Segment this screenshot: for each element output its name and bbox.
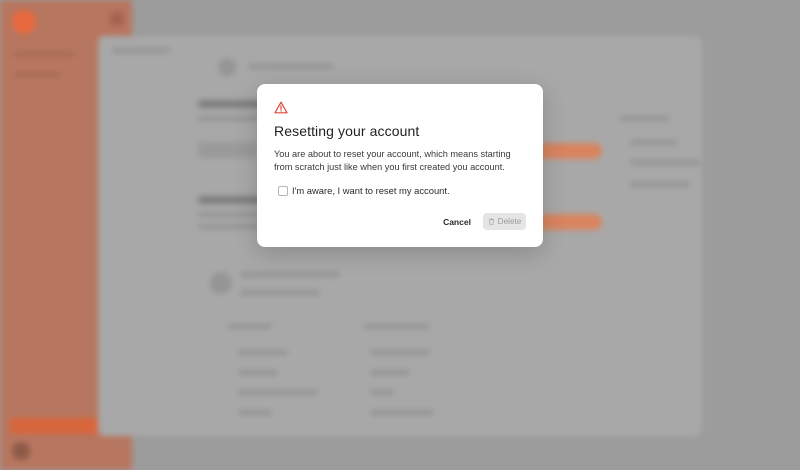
background-line: [238, 410, 272, 415]
background-orange-button: [538, 214, 602, 230]
confirm-reset-checkbox-row[interactable]: I'm aware, I want to reset my account.: [278, 185, 450, 196]
background-heading: [198, 196, 262, 204]
trash-icon: [488, 218, 494, 225]
background-line: [630, 160, 700, 165]
warning-triangle-icon: [274, 101, 288, 114]
background-line: [248, 64, 334, 69]
background-line: [240, 272, 340, 277]
sidebar-toggle-icon: [110, 12, 124, 26]
confirm-reset-checkbox[interactable]: [278, 185, 288, 196]
background-icon: [218, 58, 236, 76]
background-block: [198, 142, 258, 158]
sidebar-line: [14, 72, 60, 77]
window-title-line: [112, 48, 170, 53]
background-line: [370, 410, 434, 415]
cancel-button-label: Cancel: [443, 217, 471, 227]
background-orange-button: [538, 143, 602, 159]
background-line: [370, 390, 394, 395]
dialog-title: Resetting your account: [274, 123, 420, 139]
background-line: [240, 290, 320, 295]
background-line: [370, 370, 410, 375]
confirm-reset-label[interactable]: I'm aware, I want to reset my account.: [292, 185, 450, 196]
screen: Resetting your account You are about to …: [0, 0, 800, 470]
background-line: [238, 370, 278, 375]
background-line: [620, 116, 670, 121]
background-icon: [210, 272, 232, 294]
reset-account-dialog: Resetting your account You are about to …: [257, 84, 543, 247]
background-line: [238, 350, 288, 355]
workspace-avatar: [12, 10, 36, 34]
background-line: [228, 324, 272, 329]
background-line: [238, 390, 318, 395]
delete-button-label: Delete: [497, 217, 522, 226]
sidebar-line: [14, 52, 74, 57]
background-line: [370, 350, 430, 355]
user-avatar: [12, 442, 30, 460]
background-line: [364, 324, 430, 329]
background-line: [630, 140, 678, 145]
dialog-description: You are about to reset your account, whi…: [274, 149, 511, 172]
background-line: [630, 182, 690, 187]
delete-button[interactable]: Delete: [483, 213, 526, 230]
cancel-button[interactable]: Cancel: [437, 214, 477, 230]
